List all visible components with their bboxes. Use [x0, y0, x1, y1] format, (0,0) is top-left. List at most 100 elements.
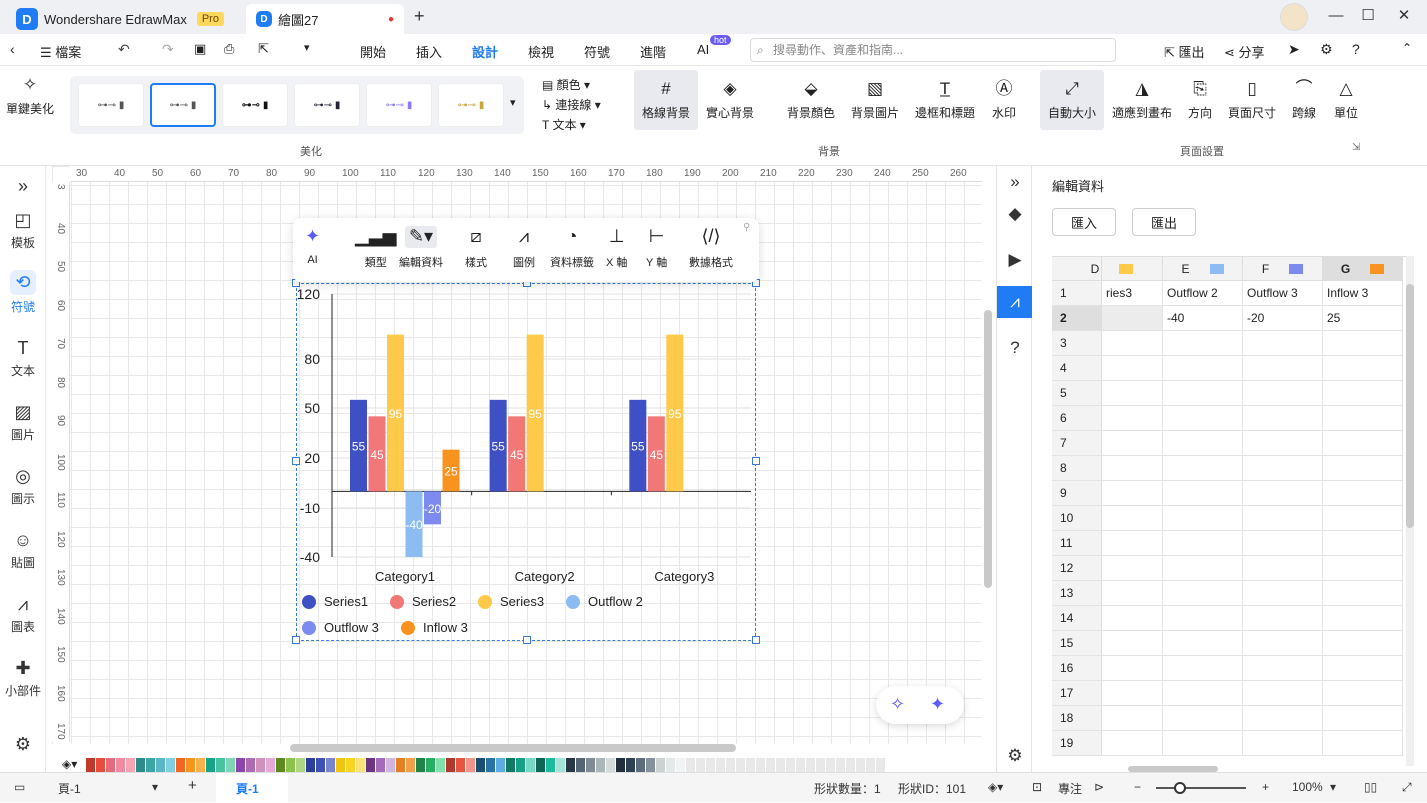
palette-swatch[interactable]	[266, 758, 275, 772]
palette-swatch[interactable]	[376, 758, 385, 772]
grid-cell[interactable]	[1102, 406, 1163, 431]
palette-swatch[interactable]	[516, 758, 525, 772]
page-setup-launcher-icon[interactable]: ⇲	[1352, 142, 1360, 153]
number-format-button[interactable]: ⟨/⟩ 數據格式	[689, 226, 733, 270]
ai-sparkle-icon[interactable]: ✦	[930, 694, 945, 715]
zoom-level[interactable]: 100%	[1292, 780, 1323, 794]
focus-icon[interactable]: ⊡	[1032, 780, 1042, 794]
grid-cell[interactable]	[1163, 481, 1243, 506]
resize-handle[interactable]	[292, 636, 300, 644]
palette-swatch[interactable]	[676, 758, 685, 772]
palette-swatch[interactable]	[626, 758, 635, 772]
connector-dropdown[interactable]: ↳ 連接線 ▾	[542, 96, 601, 113]
grid-cell[interactable]	[1323, 656, 1403, 681]
grid-cell[interactable]	[1163, 456, 1243, 481]
palette-swatch[interactable]	[816, 758, 825, 772]
palette-swatch[interactable]	[126, 758, 135, 772]
palette-swatch[interactable]	[246, 758, 255, 772]
export-file-icon[interactable]: ⇱	[258, 41, 269, 57]
palette-swatch[interactable]	[276, 758, 285, 772]
resize-handle[interactable]	[523, 636, 531, 644]
layers-icon[interactable]: ◈▾	[988, 780, 1003, 794]
palette-swatch[interactable]	[216, 758, 225, 772]
collapse-ribbon-icon[interactable]: ⌃	[1402, 41, 1412, 55]
sidebar-item-images[interactable]: ▨ 圖片	[0, 402, 46, 443]
x-axis-button[interactable]: ⊥ X 軸	[606, 226, 627, 270]
grid-cell[interactable]	[1102, 581, 1163, 606]
maximize-icon[interactable]: ☐	[1350, 0, 1386, 30]
grid-cell[interactable]	[1163, 581, 1243, 606]
grid-vscroll-thumb[interactable]	[1406, 284, 1414, 528]
row-number[interactable]: 18	[1052, 706, 1102, 731]
row-number[interactable]: 7	[1052, 431, 1102, 456]
grid-cell[interactable]	[1243, 331, 1323, 356]
palette-swatch[interactable]	[856, 758, 865, 772]
palette-swatch[interactable]	[526, 758, 535, 772]
grid-cell[interactable]	[1243, 456, 1323, 481]
resize-handle[interactable]	[752, 636, 760, 644]
grid-cell[interactable]: Outflow 2	[1163, 281, 1243, 306]
grid-cell[interactable]	[1323, 681, 1403, 706]
palette-swatch[interactable]	[596, 758, 605, 772]
grid-cell[interactable]	[1102, 356, 1163, 381]
play-icon[interactable]: ⊳	[1094, 780, 1104, 794]
border-title-button[interactable]: T̲ 邊框和標題	[910, 70, 980, 130]
grid-cell[interactable]: -20	[1243, 306, 1323, 331]
palette-swatch[interactable]	[686, 758, 695, 772]
palette-swatch[interactable]	[696, 758, 705, 772]
page-panel-icon[interactable]: ▭	[14, 780, 25, 794]
one-click-beautify-button[interactable]: ✧ 單鍵美化	[4, 76, 56, 117]
palette-swatch[interactable]	[156, 758, 165, 772]
magic-brush-icon[interactable]: ✧	[890, 694, 905, 715]
grid-cell[interactable]	[1163, 381, 1243, 406]
grid-cell[interactable]	[1323, 706, 1403, 731]
grid-cell[interactable]	[1323, 406, 1403, 431]
row-number[interactable]: 4	[1052, 356, 1102, 381]
palette-swatch[interactable]	[756, 758, 765, 772]
grid-cell[interactable]	[1243, 431, 1323, 456]
palette-swatch[interactable]	[466, 758, 475, 772]
data-grid[interactable]: D E F G 1 ries3 Outflow 2 Outflow 3 Inflow 3…	[1052, 256, 1406, 766]
watermark-button[interactable]: Ⓐ 水印	[984, 70, 1024, 130]
grid-cell[interactable]: -40	[1163, 306, 1243, 331]
grid-cell[interactable]	[1163, 356, 1243, 381]
color-dropdown[interactable]: ▤ 顏色 ▾	[542, 76, 590, 93]
palette-swatch[interactable]	[776, 758, 785, 772]
color-palette[interactable]	[86, 758, 885, 772]
theme-option-1[interactable]: ⊶⊸ ▮	[78, 83, 144, 127]
bar-chart[interactable]: 120805020-10-40554595-40-2025Category155…	[296, 283, 756, 593]
grid-cell[interactable]	[1243, 731, 1323, 756]
more-dropdown-icon[interactable]: ▾	[304, 41, 310, 54]
grid-cell[interactable]	[1323, 556, 1403, 581]
palette-swatch[interactable]	[116, 758, 125, 772]
export-button[interactable]: ⇱ 匯出	[1164, 42, 1205, 61]
avatar[interactable]	[1280, 3, 1308, 31]
grid-cell[interactable]	[1163, 606, 1243, 631]
grid-cell[interactable]	[1163, 656, 1243, 681]
palette-swatch[interactable]	[316, 758, 325, 772]
palette-swatch[interactable]	[426, 758, 435, 772]
row-number[interactable]: 10	[1052, 506, 1102, 531]
vertical-scrollbar[interactable]	[984, 310, 992, 588]
grid-cell[interactable]	[1163, 681, 1243, 706]
share-button[interactable]: ⋖ 分享	[1224, 42, 1265, 61]
row-number[interactable]: 13	[1052, 581, 1102, 606]
theme-more-icon[interactable]: ▾	[510, 96, 516, 109]
palette-swatch[interactable]	[566, 758, 575, 772]
collapse-panel-icon[interactable]: »	[997, 166, 1033, 198]
grid-cell[interactable]	[1243, 631, 1323, 656]
grid-cell[interactable]	[1243, 506, 1323, 531]
theme-option-6[interactable]: ⊶⊸ ▮	[438, 83, 504, 127]
grid-cell[interactable]: ries3	[1102, 281, 1163, 306]
file-menu[interactable]: ☰ 檔案	[40, 42, 81, 61]
menu-ai[interactable]: AI	[697, 42, 709, 57]
undo-icon[interactable]: ↶	[118, 41, 130, 58]
row-number[interactable]: 9	[1052, 481, 1102, 506]
column-color-swatch[interactable]	[1289, 263, 1304, 274]
menu-insert[interactable]: 插入	[416, 42, 442, 61]
legend-button[interactable]: ⩘ 圖例	[513, 226, 535, 270]
background-color-button[interactable]: ⬙ 背景顏色	[782, 70, 840, 130]
menu-design[interactable]: 設計	[472, 42, 499, 69]
column-color-swatch[interactable]	[1209, 263, 1224, 274]
grid-cell[interactable]	[1243, 606, 1323, 631]
